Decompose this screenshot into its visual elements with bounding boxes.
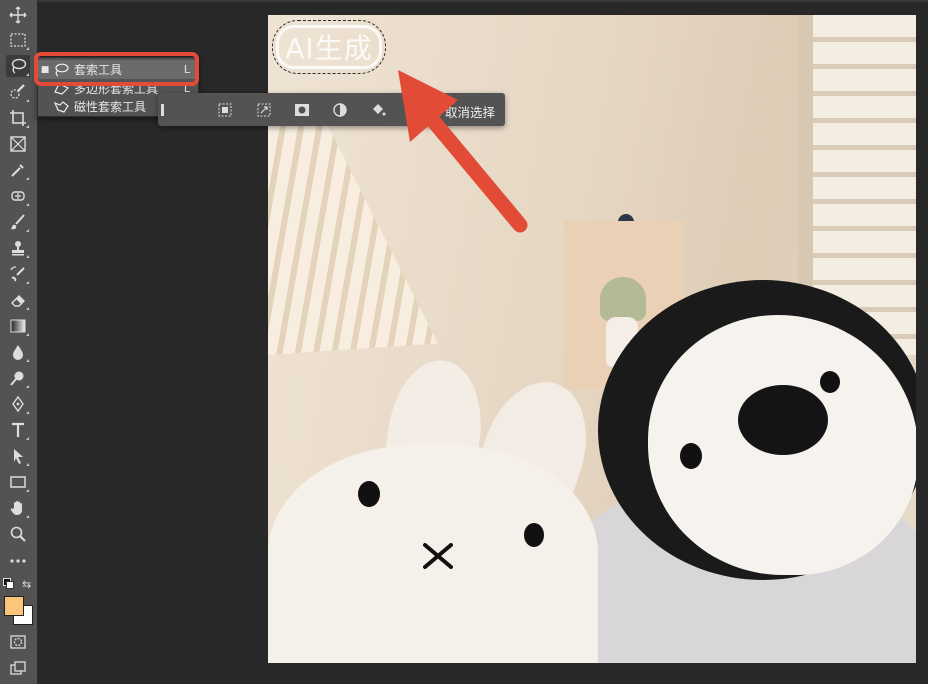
top-strip [0,0,928,2]
crop-tool-icon[interactable] [6,107,30,129]
eyedropper-icon[interactable] [6,159,30,181]
penguin-right-eye [820,371,840,393]
brush-icon[interactable] [6,211,30,233]
pen-icon[interactable] [6,393,30,415]
bunny-mouth [423,543,453,569]
watermark-selection[interactable]: AI生成 [272,20,386,74]
history-brush-icon[interactable] [6,263,30,285]
eraser-icon[interactable] [6,289,30,311]
zoom-icon[interactable] [6,523,30,545]
dodge-icon[interactable] [6,367,30,389]
quick-selection-icon[interactable] [6,81,30,103]
screen-mode-icon[interactable] [6,657,30,679]
path-selection-icon[interactable] [6,445,30,467]
taskbar-handle-icon[interactable] [156,99,170,121]
marquee-tool-icon[interactable] [6,29,30,51]
move-tool-icon[interactable] [6,4,30,26]
quick-mask-icon[interactable] [6,631,30,653]
tools-panel: ⇆ [0,0,38,684]
bunny-right-eye [524,523,544,547]
annotation-arrow [398,70,528,233]
type-icon[interactable] [6,419,30,441]
transform-selection-icon[interactable] [253,99,275,121]
watermark-text: AI生成 [276,25,382,69]
frame-tool-icon[interactable] [6,133,30,155]
select-subject-icon[interactable] [214,99,236,121]
hand-icon[interactable] [6,497,30,519]
healing-brush-icon[interactable] [6,185,30,207]
add-mask-icon[interactable] [291,99,313,121]
highlight-box [34,52,199,86]
gradient-icon[interactable] [6,315,30,337]
swap-colors-icon[interactable]: ⇆ [22,578,31,591]
foreground-color-swatch[interactable] [4,596,24,616]
default-colors-icon[interactable] [3,578,14,589]
adjustment-icon[interactable] [329,99,351,121]
penguin-beak [738,385,828,455]
penguin-left-eye [680,443,702,469]
clone-stamp-icon[interactable] [6,237,30,259]
rectangle-icon[interactable] [6,471,30,493]
blur-icon[interactable] [6,341,30,363]
more-tools-icon[interactable] [6,550,30,572]
lasso-tool-icon[interactable] [6,55,30,77]
bunny-left-eye [358,481,380,507]
magnetic-lasso-icon [52,100,74,114]
